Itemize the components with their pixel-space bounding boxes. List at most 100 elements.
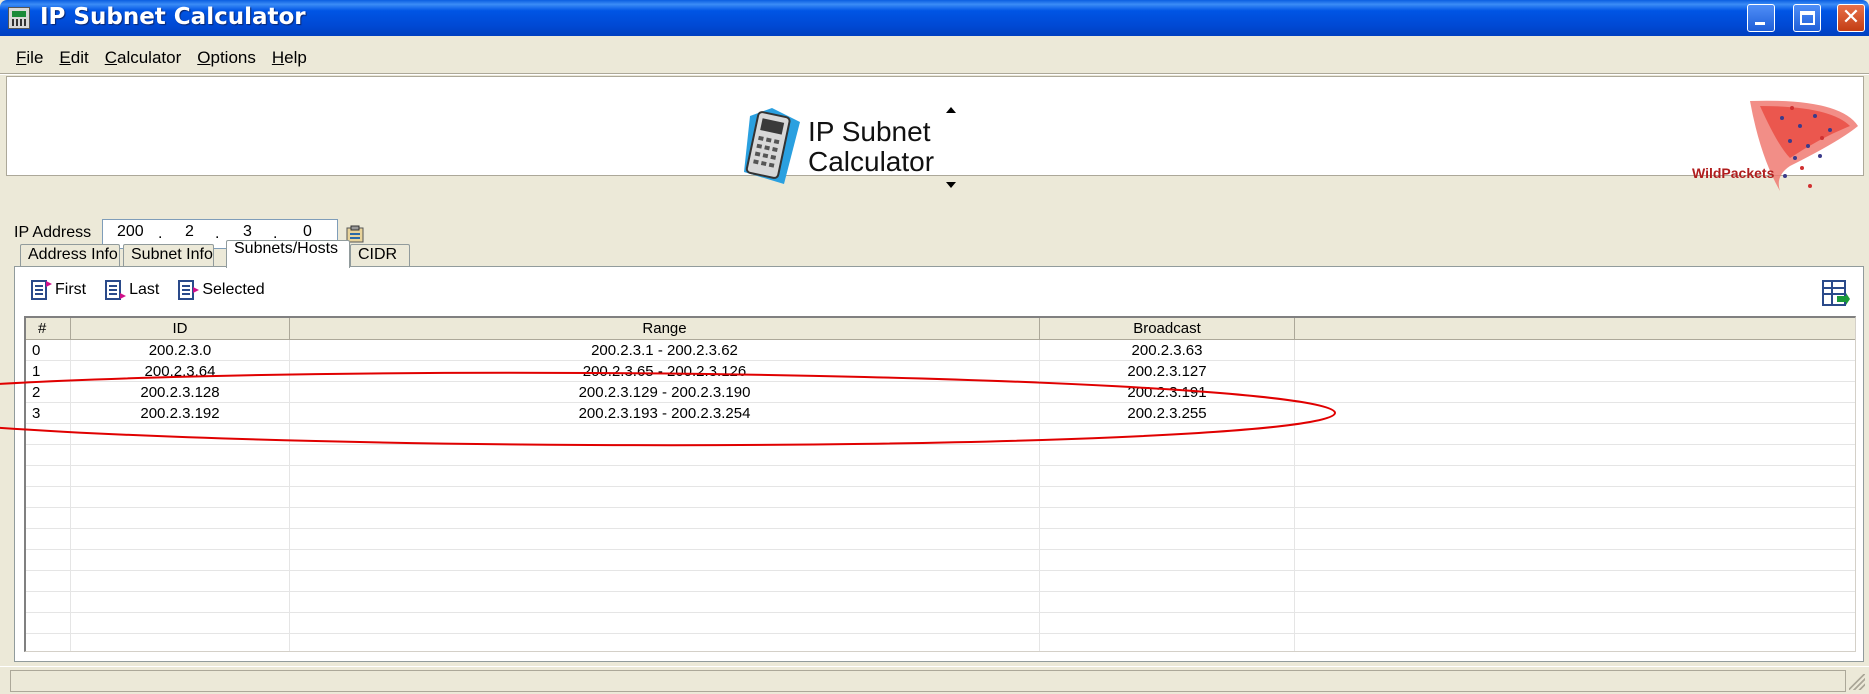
tab-subnets-hosts[interactable]: Subnets/Hosts — [226, 240, 350, 268]
cell-id — [71, 508, 290, 529]
cell-range — [290, 466, 1040, 487]
cell-broadcast — [1040, 634, 1295, 651]
cell-empty — [1295, 550, 1855, 571]
cell-broadcast — [1040, 466, 1295, 487]
menu-options[interactable]: Options — [189, 46, 264, 70]
menu-file[interactable]: File — [8, 46, 51, 70]
minimize-icon — [1755, 22, 1765, 25]
cell-range — [290, 508, 1040, 529]
first-label: First — [55, 281, 87, 298]
cell-range — [290, 613, 1040, 634]
cell-broadcast — [1040, 508, 1295, 529]
cell-id — [71, 613, 290, 634]
first-button[interactable]: First — [30, 277, 86, 303]
cell-id — [71, 592, 290, 613]
tab-subnet-info[interactable]: Subnet Info — [123, 244, 214, 266]
menu-bar: File Edit Calculator Options Help — [8, 46, 315, 70]
maximize-button[interactable] — [1793, 4, 1821, 32]
cell-id: 200.2.3.192 — [71, 403, 290, 424]
cell-empty — [1295, 508, 1855, 529]
cell-id: 200.2.3.64 — [71, 361, 290, 382]
cell-empty — [1295, 403, 1855, 424]
banner — [6, 76, 1864, 176]
empty-table-row — [26, 634, 1855, 651]
status-bar — [0, 666, 1869, 694]
cell-id — [71, 550, 290, 571]
cell-range — [290, 487, 1040, 508]
ip-dot: . — [215, 225, 220, 242]
cell-broadcast — [1040, 529, 1295, 550]
cell-empty — [1295, 466, 1855, 487]
tab-cidr[interactable]: CIDR — [350, 244, 410, 266]
table-row[interactable]: 0 200.2.3.0 200.2.3.1 - 200.2.3.62 200.2.3.… — [26, 340, 1855, 361]
cell-empty — [1295, 382, 1855, 403]
last-button[interactable]: Last — [104, 277, 159, 303]
cell-number: 3 — [26, 403, 71, 424]
cell-range: 200.2.3.129 - 200.2.3.190 — [290, 382, 1040, 403]
cell-id — [71, 487, 290, 508]
ip-octet-1[interactable]: 200 — [117, 223, 144, 241]
close-icon: ✕ — [1841, 5, 1861, 30]
cell-id — [71, 529, 290, 550]
cell-number — [26, 508, 71, 529]
column-header-id[interactable]: ID — [71, 318, 290, 340]
calculator-app-icon[interactable] — [8, 7, 30, 29]
wildpackets-brand: WildPackets — [1692, 165, 1775, 181]
cell-range: 200.2.3.1 - 200.2.3.62 — [290, 340, 1040, 361]
maximize-icon — [1800, 11, 1815, 25]
column-header-broadcast[interactable]: Broadcast — [1040, 318, 1295, 340]
cell-range — [290, 592, 1040, 613]
tab-address-info[interactable]: Address Info — [20, 244, 120, 266]
minimize-button[interactable] — [1747, 4, 1775, 32]
ip-octet-4[interactable]: 0 — [303, 223, 312, 241]
cell-range: 200.2.3.65 - 200.2.3.126 — [290, 361, 1040, 382]
table-header: # ID Range Broadcast — [26, 318, 1855, 340]
banner-title: IP Subnet Calculator — [808, 116, 935, 177]
cell-empty — [1295, 487, 1855, 508]
cell-number: 0 — [26, 340, 71, 361]
table-row[interactable]: 2 200.2.3.128 200.2.3.129 - 200.2.3.190 200… — [26, 382, 1855, 403]
empty-table-row — [26, 445, 1855, 466]
cell-broadcast — [1040, 487, 1295, 508]
cell-empty — [1295, 361, 1855, 382]
empty-table-row — [26, 466, 1855, 487]
cell-broadcast — [1040, 592, 1295, 613]
cell-number: 2 — [26, 382, 71, 403]
table-row[interactable]: 3 200.2.3.192 200.2.3.193 - 200.2.3.254 200… — [26, 403, 1855, 424]
cell-broadcast — [1040, 424, 1295, 445]
ip-octet-2[interactable]: 2 — [185, 223, 194, 241]
banner-arrow-up-icon — [946, 107, 956, 113]
menu-help[interactable]: Help — [264, 46, 315, 70]
cell-number — [26, 613, 71, 634]
cell-empty — [1295, 424, 1855, 445]
last-icon — [105, 280, 127, 300]
selected-button[interactable]: Selected — [177, 277, 265, 303]
empty-table-row — [26, 592, 1855, 613]
menu-calculator[interactable]: Calculator — [97, 46, 190, 70]
empty-table-row — [26, 508, 1855, 529]
cell-broadcast — [1040, 571, 1295, 592]
cell-empty — [1295, 613, 1855, 634]
ip-dot: . — [158, 225, 163, 242]
cell-range — [290, 424, 1040, 445]
resize-grip-icon[interactable] — [1849, 674, 1865, 690]
cell-empty — [1295, 592, 1855, 613]
menu-edit[interactable]: Edit — [51, 46, 96, 70]
column-header-number[interactable]: # — [26, 318, 71, 340]
cell-empty — [1295, 445, 1855, 466]
cell-broadcast: 200.2.3.191 — [1040, 382, 1295, 403]
window-title: IP Subnet Calculator — [40, 4, 306, 30]
cell-number: 1 — [26, 361, 71, 382]
column-header-empty — [1295, 318, 1855, 340]
ip-octet-3[interactable]: 3 — [243, 223, 252, 241]
export-table-icon[interactable] — [1820, 278, 1850, 308]
subnets-table[interactable]: # ID Range Broadcast 0 200.2.3.0 200.2.3.1… — [24, 316, 1856, 652]
cell-broadcast: 200.2.3.255 — [1040, 403, 1295, 424]
empty-table-row — [26, 529, 1855, 550]
close-button[interactable]: ✕ — [1837, 4, 1865, 32]
column-header-range[interactable]: Range — [290, 318, 1040, 340]
toolbar: First Last Selected — [30, 277, 265, 303]
title-bar[interactable]: IP Subnet Calculator ✕ — [0, 0, 1869, 36]
cell-number — [26, 529, 71, 550]
table-row[interactable]: 1 200.2.3.64 200.2.3.65 - 200.2.3.126 200.2… — [26, 361, 1855, 382]
